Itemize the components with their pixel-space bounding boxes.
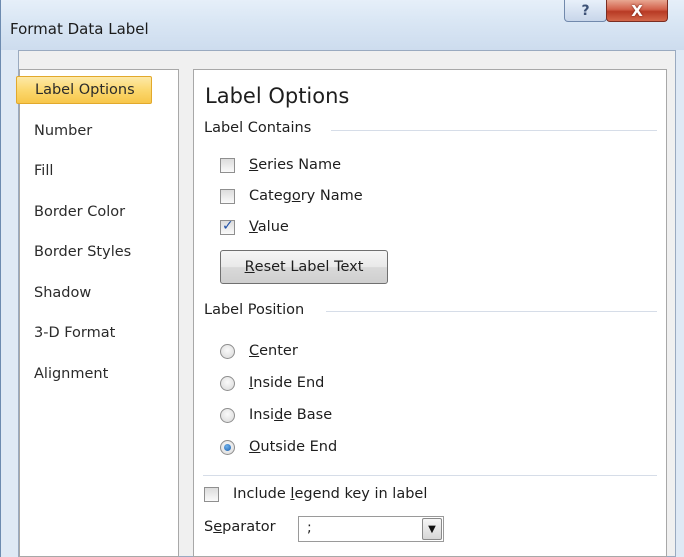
checkbox-box[interactable] xyxy=(220,218,235,235)
sidebar-item-label: Border Color xyxy=(34,204,126,220)
separator-select[interactable]: ; ▼ xyxy=(298,516,444,542)
close-button[interactable]: X xyxy=(606,0,668,22)
outside-end-radio[interactable]: Outside End xyxy=(220,439,337,455)
sidebar-item-alignment[interactable]: Alignment xyxy=(16,360,151,388)
sidebar-item-label: Alignment xyxy=(34,366,109,382)
radio-label: Center xyxy=(249,343,298,359)
sidebar-item-shadow[interactable]: Shadow xyxy=(16,279,151,307)
sidebar-item-label-options[interactable]: Label Options xyxy=(16,76,152,104)
sidebar-item-label: Border Styles xyxy=(34,244,132,260)
section-divider xyxy=(326,311,657,312)
sidebar-item-3d-format[interactable]: 3-D Format xyxy=(16,319,151,347)
title-bar[interactable]: Format Data Label ? X xyxy=(1,0,684,50)
checkbox-label: Category Name xyxy=(249,188,363,204)
sidebar-item-border-color[interactable]: Border Color xyxy=(16,198,151,226)
radio-label: Inside Base xyxy=(249,407,333,423)
label-contains-heading: Label Contains xyxy=(204,120,312,136)
checkbox-box[interactable] xyxy=(204,486,219,502)
checkbox-box[interactable] xyxy=(220,188,235,204)
series-name-checkbox[interactable]: Series Name xyxy=(220,157,341,173)
reset-label-text-button[interactable]: Reset Label Text xyxy=(220,250,388,284)
sidebar-item-label: Fill xyxy=(34,163,54,179)
dropdown-arrow-icon[interactable]: ▼ xyxy=(422,518,442,540)
checkbox-label: Include legend key in label xyxy=(233,486,428,502)
radio-button[interactable] xyxy=(220,375,235,391)
radio-label: Outside End xyxy=(249,439,338,455)
radio-button[interactable] xyxy=(220,439,235,455)
checkbox-label: Value xyxy=(249,219,289,235)
sidebar-item-label: Number xyxy=(34,123,93,139)
radio-button[interactable] xyxy=(220,343,235,359)
dialog-title: Format Data Label xyxy=(10,20,149,38)
close-icon: X xyxy=(631,1,643,20)
include-legend-key-checkbox[interactable]: Include legend key in label xyxy=(204,486,427,502)
separator-value: ; xyxy=(307,520,312,536)
category-name-checkbox[interactable]: Category Name xyxy=(220,188,363,204)
checkbox-box[interactable] xyxy=(220,157,235,173)
sidebar-item-border-styles[interactable]: Border Styles xyxy=(16,238,151,266)
sidebar-item-fill[interactable]: Fill xyxy=(16,157,151,185)
format-data-label-dialog: Format Data Label ? X Label Options Numb… xyxy=(0,0,684,557)
sidebar-item-label: Shadow xyxy=(34,285,92,301)
separator-label: Separator xyxy=(204,519,276,535)
sidebar-item-label: Label Options xyxy=(35,82,135,98)
help-button[interactable]: ? xyxy=(564,0,607,22)
sidebar-item-label: 3-D Format xyxy=(34,325,116,341)
center-radio[interactable]: Center xyxy=(220,343,298,359)
radio-button[interactable] xyxy=(220,407,235,423)
section-divider xyxy=(331,130,657,131)
value-checkbox[interactable]: Value xyxy=(220,218,289,235)
help-icon: ? xyxy=(581,2,590,19)
sidebar-item-number[interactable]: Number xyxy=(16,117,151,145)
inside-end-radio[interactable]: Inside End xyxy=(220,375,324,391)
section-divider xyxy=(203,475,657,476)
inside-base-radio[interactable]: Inside Base xyxy=(220,407,332,423)
checkbox-label: Series Name xyxy=(249,157,341,173)
radio-label: Inside End xyxy=(249,375,325,391)
label-position-heading: Label Position xyxy=(204,302,305,318)
panel-title: Label Options xyxy=(205,84,350,108)
